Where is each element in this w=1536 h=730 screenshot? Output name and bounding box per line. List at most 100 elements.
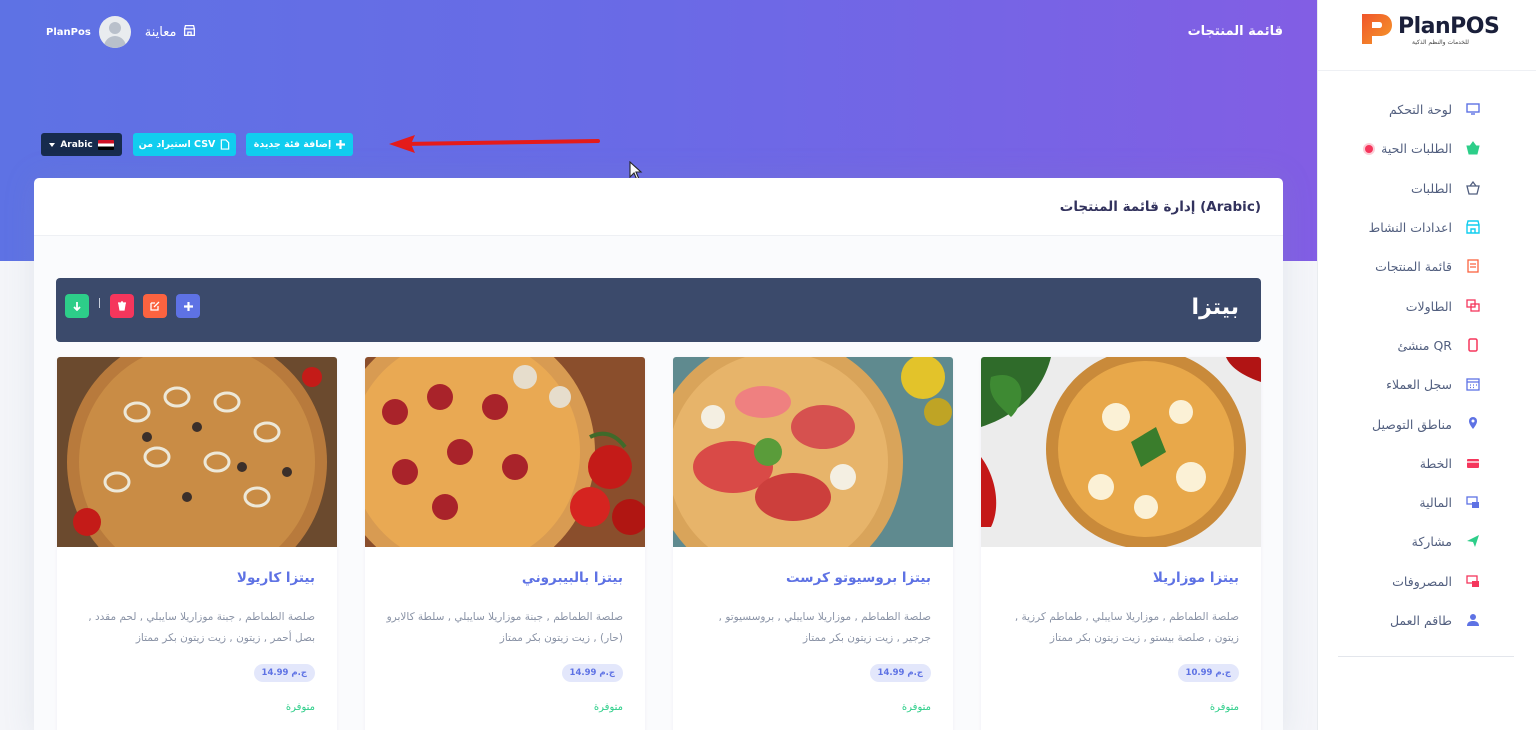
- product-name[interactable]: بيتزا بروسيوتو كرست: [786, 570, 931, 586]
- card-title: إدارة قائمة المنتجات (Arabic): [1059, 199, 1261, 215]
- sidebar-item-staff[interactable]: طاقم العمل: [1318, 601, 1536, 640]
- sidebar-item-label: الخطة: [1419, 455, 1452, 471]
- edit-category-button[interactable]: [143, 294, 167, 318]
- language-dropdown[interactable]: Arabic: [41, 133, 122, 156]
- sidebar-item-label: المصروفات: [1392, 573, 1452, 589]
- product-card[interactable]: بيتزا بروسيوتو كرست صلصة الطماطم , موزار…: [673, 357, 953, 730]
- add-category-button[interactable]: إضافة فئة جديدة: [246, 133, 353, 156]
- egypt-flag-icon: [97, 139, 114, 150]
- annotation-arrow: [389, 135, 600, 153]
- add-item-button[interactable]: [176, 294, 200, 318]
- store-icon: [1466, 220, 1480, 234]
- menu-management-card: إدارة قائمة المنتجات (Arabic) بيتزا بيتز…: [34, 178, 1283, 730]
- product-card[interactable]: بيتزا موزاريلا صلصة الطماطم , موزاريلا س…: [981, 357, 1261, 730]
- category-bar: بيتزا: [56, 278, 1261, 342]
- add-category-label: إضافة فئة جديدة: [253, 139, 332, 150]
- preview-link[interactable]: معاينة: [145, 24, 196, 41]
- caret-down-icon: [49, 142, 56, 147]
- product-name[interactable]: بيتزا موزاريلا: [1153, 570, 1239, 586]
- brand-tagline: للخدمات والنظم الذكية: [1412, 39, 1469, 46]
- product-image[interactable]: [365, 357, 645, 547]
- file-icon: [221, 139, 230, 150]
- sidebar-item-dashboard[interactable]: لوحة التحكم: [1318, 90, 1536, 129]
- sidebar-item-label: سجل العملاء: [1386, 377, 1452, 393]
- product-name[interactable]: بيتزا بالبيبروني: [522, 570, 623, 586]
- sidebar-item-label: الطاولات: [1405, 298, 1452, 314]
- product-description: صلصة الطماطم , موزاريلا سايبلي , طماطم ك…: [1014, 611, 1239, 644]
- calendar-icon: [1466, 377, 1480, 391]
- live-indicator-icon: [1365, 144, 1374, 153]
- sidebar-item-label: طاقم العمل: [1389, 613, 1452, 628]
- sidebar-item-business-settings[interactable]: اعدادات النشاط: [1318, 208, 1536, 247]
- product-description: صلصة الطماطم , جبنة موزاريلا سايبلي , لح…: [88, 611, 315, 644]
- edit-icon: [150, 301, 160, 311]
- arrow-down-icon: [73, 302, 81, 311]
- brand-name: PlanPOS: [1398, 14, 1500, 39]
- avatar[interactable]: [98, 16, 131, 48]
- product-name[interactable]: بيتزا كاريولا: [237, 570, 315, 586]
- store-icon: [183, 24, 196, 41]
- product-price-badge: 14.99 ج.م: [561, 664, 623, 682]
- brand-logo[interactable]: PlanPOS للخدمات والنظم الذكية: [1360, 12, 1500, 50]
- sidebar-item-orders[interactable]: الطلبات: [1318, 169, 1536, 208]
- delete-category-button[interactable]: [110, 294, 134, 318]
- plus-icon: [183, 301, 193, 311]
- sidebar-item-product-menu[interactable]: قائمة المنتجات: [1318, 247, 1536, 286]
- map-pin-icon: [1466, 416, 1480, 430]
- product-image[interactable]: [981, 357, 1261, 547]
- sidebar-item-label: منشئ QR: [1397, 337, 1452, 353]
- sidebar-item-label: الطلبات الحية: [1381, 141, 1452, 157]
- import-csv-label: استيراد من CSV: [138, 139, 216, 150]
- basket-icon: [1466, 141, 1480, 155]
- product-card[interactable]: بيتزا كاريولا صلصة الطماطم , جبنة موزاري…: [57, 357, 337, 730]
- sidebar-item-plan[interactable]: الخطة: [1318, 444, 1536, 483]
- sidebar-item-finance[interactable]: المالية: [1318, 483, 1536, 522]
- product-grid: بيتزا موزاريلا صلصة الطماطم , موزاريلا س…: [56, 357, 1261, 730]
- user-icon: [1466, 613, 1480, 627]
- product-image[interactable]: [57, 357, 337, 547]
- sidebar-item-label: لوحة التحكم: [1388, 102, 1452, 118]
- product-price-badge: 14.99 ج.م: [869, 664, 931, 682]
- sidebar-item-qr-builder[interactable]: منشئ QR: [1318, 326, 1536, 365]
- product-card[interactable]: بيتزا بالبيبروني صلصة الطماطم , جبنة موز…: [365, 357, 645, 730]
- divider: [1318, 70, 1536, 71]
- sidebar-nav: لوحة التحكم الطلبات الحية الطلبات اعدادا…: [1318, 90, 1536, 640]
- product-price-badge: 10.99 ج.م: [1177, 664, 1239, 682]
- sidebar-item-customers[interactable]: سجل العملاء: [1318, 365, 1536, 404]
- product-status: متوفرة: [593, 702, 623, 713]
- user-name[interactable]: PlanPos: [46, 27, 91, 38]
- language-label: Arabic: [60, 139, 93, 150]
- category-title: بيتزا: [1191, 295, 1239, 320]
- sidebar-item-label: اعدادات النشاط: [1368, 220, 1452, 236]
- menu-list-icon: [1466, 259, 1480, 273]
- product-description: صلصة الطماطم , موزاريلا سايبلي , بروسسيو…: [718, 611, 931, 644]
- sidebar-item-label: الطلبات: [1410, 180, 1452, 196]
- sidebar-item-live-orders[interactable]: الطلبات الحية: [1318, 129, 1536, 168]
- trash-icon: [118, 301, 126, 311]
- product-status: متوفرة: [285, 702, 315, 713]
- sidebar-item-expenses[interactable]: المصروفات: [1318, 562, 1536, 601]
- sidebar-item-share[interactable]: مشاركة: [1318, 522, 1536, 561]
- sidebar-item-label: مناطق التوصيل: [1372, 416, 1452, 432]
- send-icon: [1466, 534, 1480, 548]
- move-down-button[interactable]: [65, 294, 89, 318]
- divider: [99, 298, 100, 308]
- sidebar-item-label: مشاركة: [1411, 534, 1452, 550]
- card-body: بيتزا بيتزا موزاريلا صلصة الطماطم , موزا…: [34, 236, 1283, 730]
- tables-icon: [1466, 298, 1480, 313]
- finance-icon: [1466, 495, 1480, 509]
- preview-label[interactable]: معاينة: [145, 25, 177, 40]
- product-price-badge: 14.99 ج.م: [253, 664, 315, 682]
- card-header: إدارة قائمة المنتجات (Arabic): [34, 178, 1283, 236]
- basket-icon: [1466, 180, 1480, 195]
- product-status: متوفرة: [1209, 702, 1239, 713]
- sidebar-item-tables[interactable]: الطاولات: [1318, 286, 1536, 325]
- user-menu[interactable]: PlanPos معاينة: [46, 16, 196, 48]
- product-image[interactable]: [673, 357, 953, 547]
- sidebar: PlanPOS للخدمات والنظم الذكية لوحة التحك…: [1317, 0, 1536, 730]
- sidebar-item-label: المالية: [1419, 495, 1452, 511]
- sidebar-item-delivery-zones[interactable]: مناطق التوصيل: [1318, 404, 1536, 443]
- import-csv-button[interactable]: استيراد من CSV: [133, 133, 236, 156]
- sidebar-item-label: قائمة المنتجات: [1375, 259, 1452, 275]
- monitor-icon: [1466, 102, 1480, 116]
